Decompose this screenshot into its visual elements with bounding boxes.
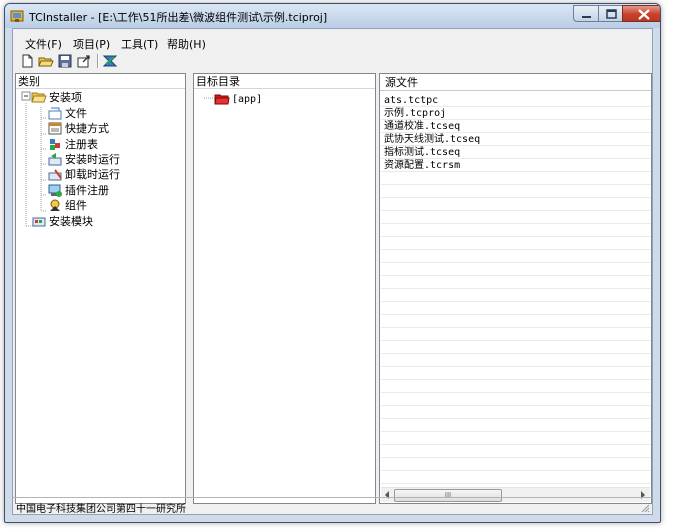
list-row-line [381,301,651,302]
client-area: 文件(F) 项目(P) 工具(T) 帮助(H) 类别 安装项 文件 快捷方式 注… [12,28,653,515]
list-row-line [381,288,651,289]
list-row-line [381,444,651,445]
component-icon [50,199,60,211]
maximize-icon [606,9,617,19]
install-run-icon [48,153,62,166]
list-row-line [381,353,651,354]
menu-tools[interactable]: 工具(T) [117,36,162,52]
file-icon [48,107,62,120]
category-header: 类别 [16,74,185,89]
status-text: 中国电子科技集团公司第四十一研究所 [16,504,186,515]
minimize-button[interactable] [573,5,599,22]
menu-project[interactable]: 项目(P) [69,36,114,52]
app-icon [10,10,24,22]
folder-open-icon [31,92,47,103]
export-icon[interactable] [76,53,92,69]
uninstall-run-icon [48,169,62,181]
target-directory-pane: 目标目录 [app] [193,73,376,504]
list-row-line [381,431,651,432]
status-bar: 中国电子科技集团公司第四十一研究所 [13,497,652,515]
close-button[interactable] [622,5,660,22]
list-row-line [381,197,651,198]
list-row-line [381,392,651,393]
source-file-item[interactable]: 指标测试.tcseq [384,146,460,159]
shortcut-icon [48,122,62,135]
red-folder-icon [214,94,230,105]
list-row-line [381,236,651,237]
list-row-line [381,275,651,276]
window-title: TCInstaller - [E:\工作\51所出差\微波组件测试\示例.tci… [29,11,328,24]
title-bar[interactable]: TCInstaller - [E:\工作\51所出差\微波组件测试\示例.tci… [5,4,660,28]
plugin-icon [48,184,62,197]
save-icon[interactable] [57,53,73,69]
list-row-line [381,327,651,328]
list-row-line [381,249,651,250]
list-row-line [381,314,651,315]
list-row-line [381,418,651,419]
source-files-pane: 源文件 ats.tctpc 示例.tcproj 通道校准.tcseq 武协天线测试.t… [379,73,652,504]
menu-help[interactable]: 帮助(H) [163,36,210,52]
app-window: TCInstaller - [E:\工作\51所出差\微波组件测试\示例.tci… [4,3,661,523]
registry-icon [50,139,60,150]
target-header: 目标目录 [194,74,375,89]
source-file-item[interactable]: 武协天线测试.tcseq [384,133,480,146]
menu-bar: 文件(F) 项目(P) 工具(T) 帮助(H) [13,33,652,51]
module-icon [32,217,46,227]
maximize-button[interactable] [598,5,623,22]
source-file-item[interactable]: 通道校准.tcseq [384,120,460,133]
list-row-line [381,405,651,406]
source-header[interactable]: 源文件 [380,74,651,91]
list-row-line [381,262,651,263]
list-row-line [381,470,651,471]
minimize-icon [582,16,591,18]
list-row-line [381,457,651,458]
open-icon[interactable] [38,53,54,69]
list-row-line [381,223,651,224]
new-icon[interactable] [19,53,35,69]
list-row-line [381,366,651,367]
build-icon[interactable] [102,53,118,69]
source-file-item[interactable]: ats.tctpc [384,94,438,107]
close-icon [638,9,650,20]
menu-file[interactable]: 文件(F) [21,36,66,52]
toolbar-separator [97,54,98,68]
list-row-line [381,340,651,341]
list-row-line [381,210,651,211]
resize-grip-icon[interactable] [640,503,650,513]
source-file-item[interactable]: 示例.tcproj [384,107,446,120]
list-row-line [381,184,651,185]
source-file-item[interactable]: 资源配置.tcrsm [384,159,460,172]
toolbar [13,51,652,71]
list-row-line [381,483,651,484]
category-pane: 类别 安装项 文件 快捷方式 注册表 安装时运行 卸载时运行 插件注册 组件 安… [15,73,186,504]
list-row-line [381,379,651,380]
